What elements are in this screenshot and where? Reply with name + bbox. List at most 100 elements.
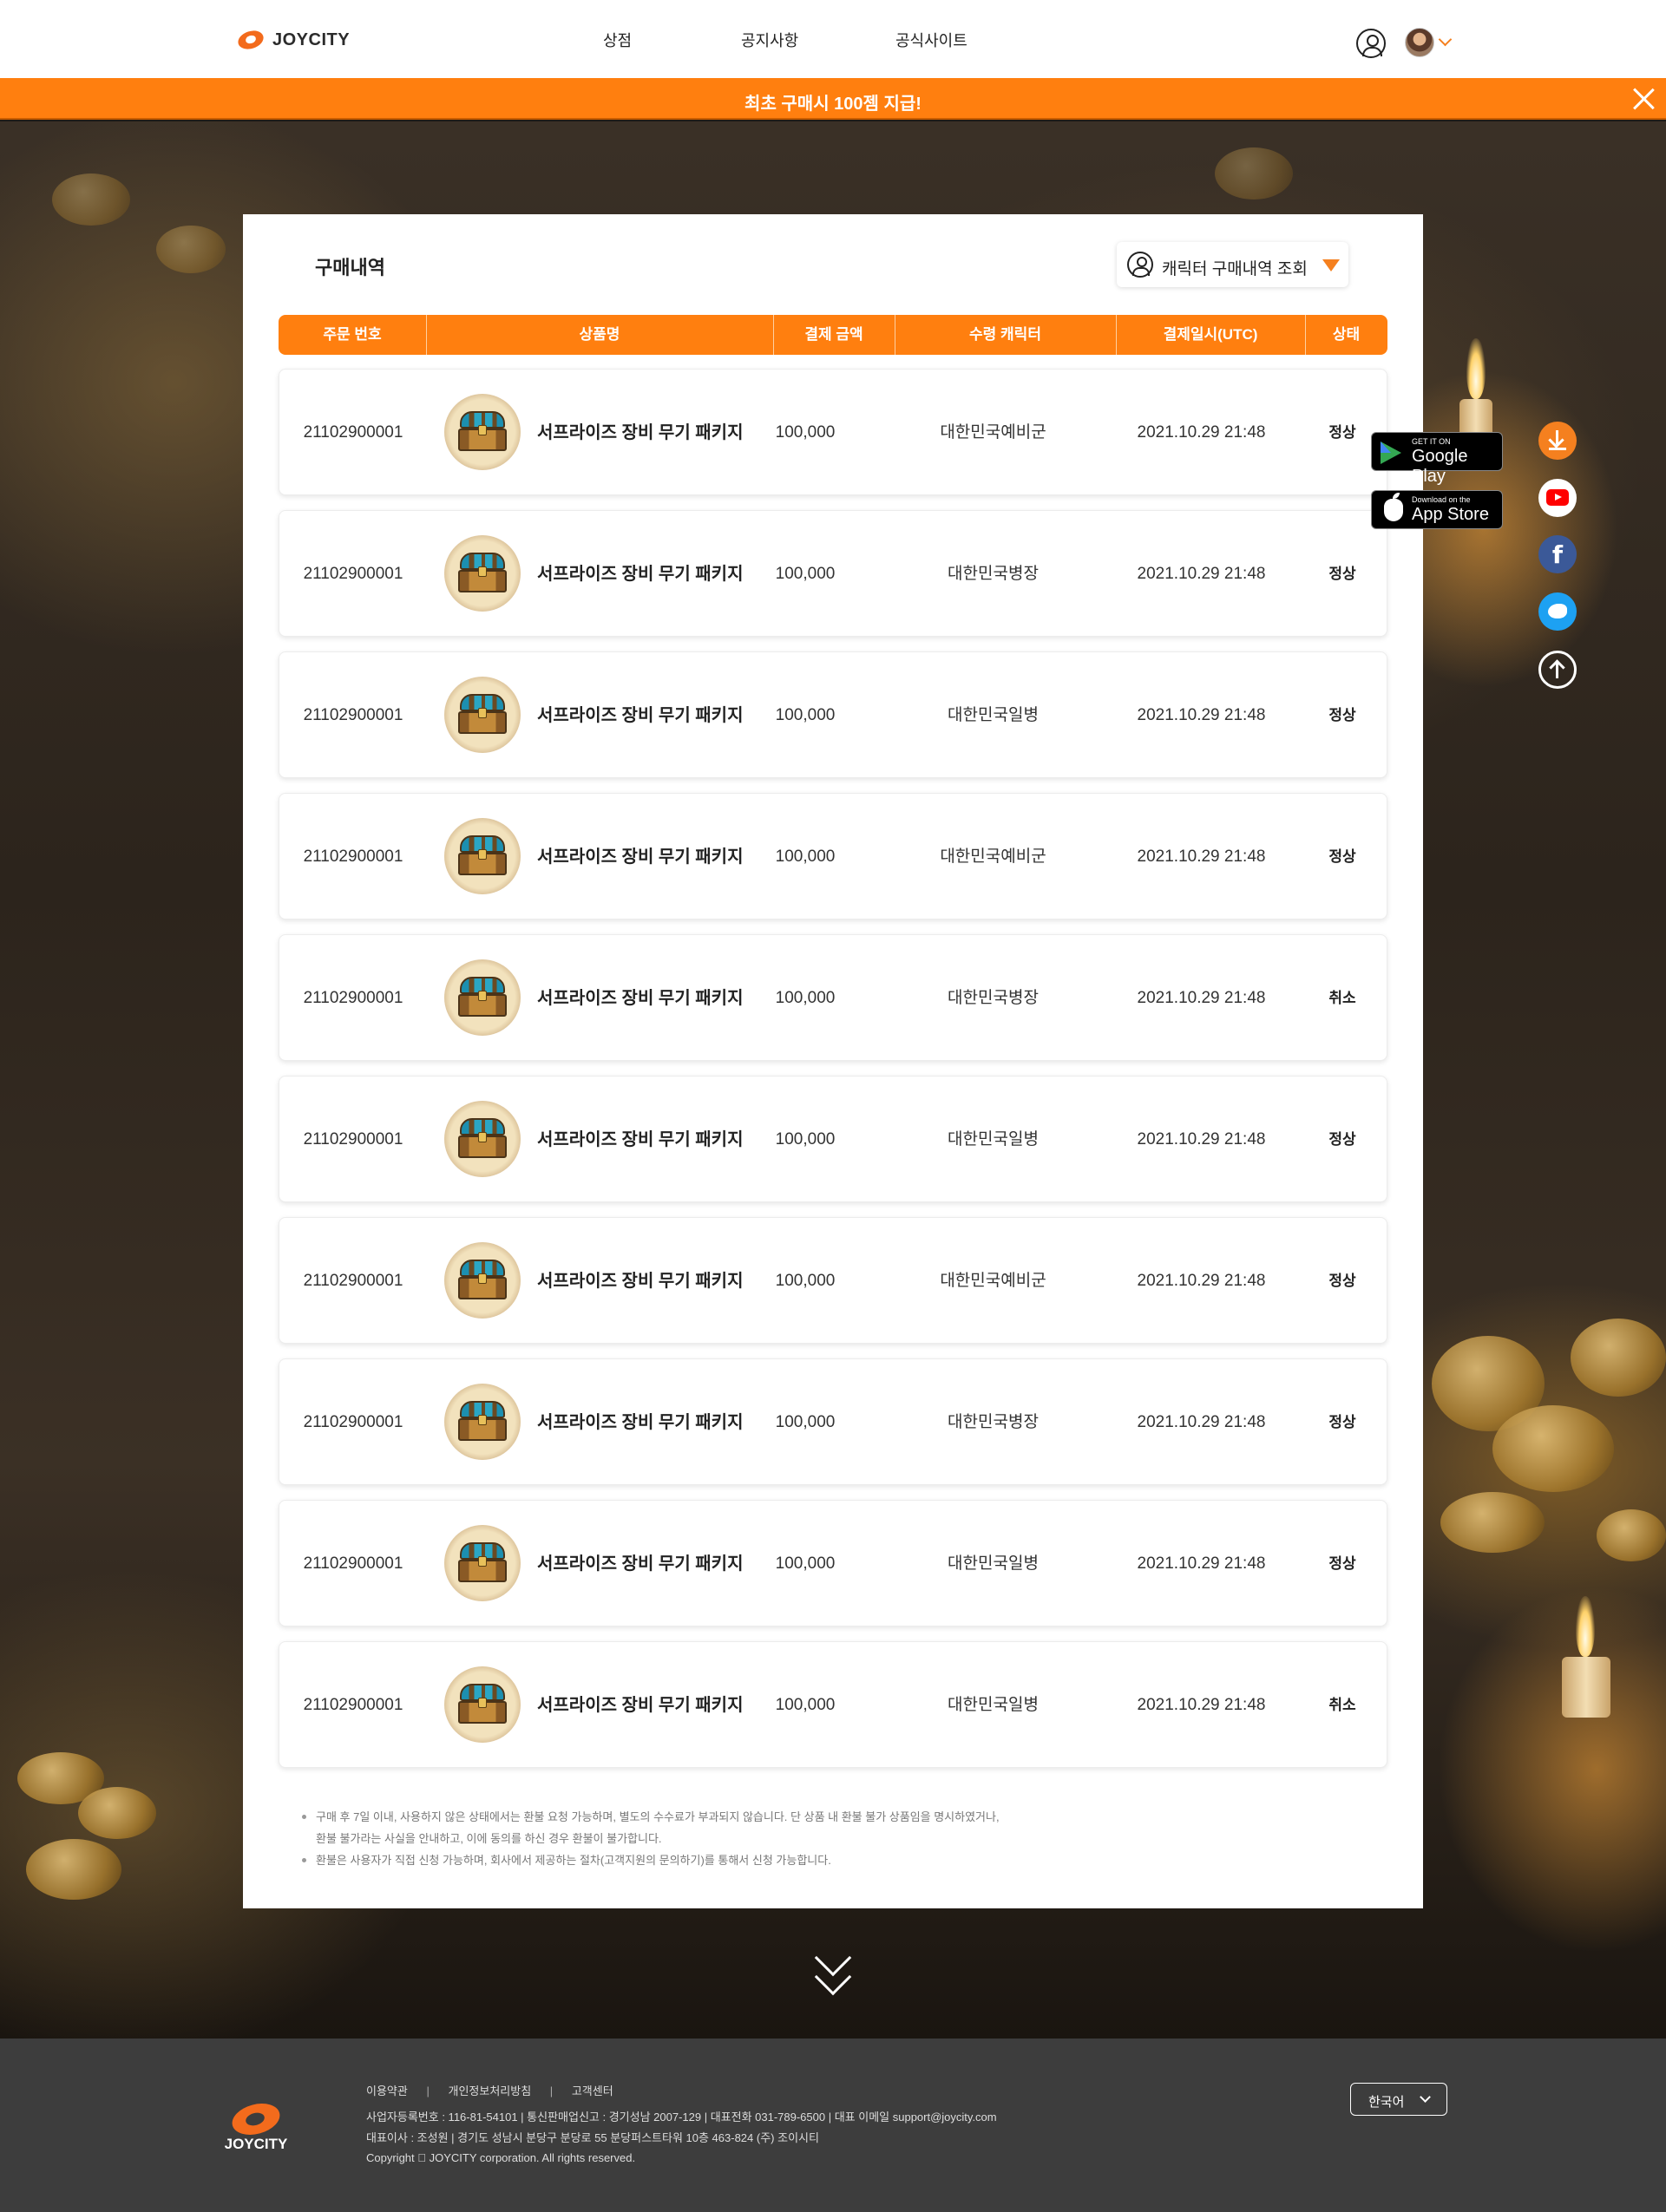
status-badge: 정상 <box>1328 1131 1356 1148</box>
privacy-link[interactable]: 개인정보처리방침 <box>448 2084 531 2097</box>
refund-note: 구매 후 7일 이내, 사용하지 않은 상태에서는 환불 요청 가능하며, 별도… <box>302 1806 1000 1828</box>
support-link[interactable]: 고객센터 <box>572 2084 613 2097</box>
treasure-chest-icon <box>444 394 521 470</box>
order-number: 21102900001 <box>303 565 403 583</box>
scroll-top-icon[interactable] <box>1538 651 1577 689</box>
column-header-order: 주문 번호 <box>323 326 382 343</box>
payment-date: 2021.10.29 21:48 <box>1137 706 1266 724</box>
product-name: 서프라이즈 장비 무기 패키지 <box>537 1272 744 1291</box>
product-name: 서프라이즈 장비 무기 패키지 <box>537 1554 744 1574</box>
table-header: 주문 번호 상품명 결제 금액 수령 캐릭터 결제일시(UTC) 상태 <box>279 315 1387 355</box>
avatar[interactable] <box>1405 28 1434 57</box>
payment-amount: 100,000 <box>775 1272 836 1290</box>
receiving-character: 대한민국예비군 <box>940 1272 1046 1290</box>
table-row[interactable]: 21102900001 서프라이즈 장비 무기 패키지 100,000 대한민국… <box>279 793 1387 919</box>
treasure-chest-icon <box>444 1101 521 1177</box>
table-row[interactable]: 21102900001 서프라이즈 장비 무기 패키지 100,000 대한민국… <box>279 1217 1387 1344</box>
youtube-icon[interactable] <box>1538 479 1577 517</box>
table-row[interactable]: 21102900001 서프라이즈 장비 무기 패키지 100,000 대한민국… <box>279 1358 1387 1485</box>
table-row[interactable]: 21102900001 서프라이즈 장비 무기 패키지 100,000 대한민국… <box>279 934 1387 1061</box>
receiving-character: 대한민국일병 <box>948 1130 1039 1149</box>
status-badge: 정상 <box>1328 1273 1356 1289</box>
order-number: 21102900001 <box>303 1554 403 1573</box>
nav-official-site[interactable]: 공식사이트 <box>895 29 967 51</box>
copyright: Copyright ⃝ JOYCITY corporation. All rig… <box>366 2151 636 2164</box>
product-name: 서프라이즈 장비 무기 패키지 <box>537 1413 744 1432</box>
twitter-icon[interactable] <box>1538 592 1577 631</box>
order-number: 21102900001 <box>303 1696 403 1714</box>
app-store-small-text: Download on the <box>1412 495 1471 504</box>
column-header-product: 상품명 <box>579 326 620 343</box>
language-label: 한국어 <box>1368 2095 1405 2110</box>
promo-banner-text: 최초 구매시 100젬 지급! <box>744 95 922 114</box>
refund-notes: 구매 후 7일 이내, 사용하지 않은 상태에서는 환불 요청 가능하며, 별도… <box>302 1806 1000 1871</box>
payment-date: 2021.10.29 21:48 <box>1137 565 1266 583</box>
order-number: 21102900001 <box>303 989 403 1007</box>
table-row[interactable]: 21102900001 서프라이즈 장비 무기 패키지 100,000 대한민국… <box>279 1500 1387 1626</box>
status-badge: 취소 <box>1328 1697 1356 1713</box>
chevron-down-icon <box>1420 2091 1431 2103</box>
payment-date: 2021.10.29 21:48 <box>1137 1272 1266 1290</box>
payment-date: 2021.10.29 21:48 <box>1137 1413 1266 1431</box>
purchase-history-card: 구매내역 캐릭터 구매내역 조회 주문 번호 상품명 결제 금액 수령 캐릭터 … <box>243 214 1423 1908</box>
joycity-logo-icon <box>235 27 269 53</box>
receiving-character: 대한민국일병 <box>948 1696 1039 1714</box>
table-row[interactable]: 21102900001 서프라이즈 장비 무기 패키지 100,000 대한민국… <box>279 651 1387 778</box>
payment-date: 2021.10.29 21:48 <box>1137 1554 1266 1573</box>
logo-text: JOYCITY <box>272 29 351 49</box>
footer-logo[interactable]: JOYCITY <box>220 2098 292 2153</box>
payment-amount: 100,000 <box>775 1554 836 1573</box>
google-play-icon <box>1381 442 1401 464</box>
order-number: 21102900001 <box>303 1272 403 1290</box>
receiving-character: 대한민국병장 <box>948 565 1039 583</box>
column-header-character: 수령 캐릭터 <box>969 326 1041 343</box>
character-history-label: 캐릭터 구매내역 조회 <box>1162 260 1308 278</box>
site-header: JOYCITY 상점 공지사항 공식사이트 <box>0 0 1666 78</box>
close-icon[interactable] <box>1631 87 1656 111</box>
order-number: 21102900001 <box>303 1413 403 1431</box>
treasure-chest-icon <box>444 1242 521 1319</box>
footer-logo-text: JOYCITY <box>224 2136 288 2152</box>
joycity-logo-icon <box>228 2098 284 2140</box>
user-icon[interactable] <box>1356 29 1386 58</box>
column-header-status: 상태 <box>1332 326 1361 343</box>
table-row[interactable]: 21102900001 서프라이즈 장비 무기 패키지 100,000 대한민국… <box>279 1641 1387 1768</box>
product-name: 서프라이즈 장비 무기 패키지 <box>537 1130 744 1149</box>
table-row[interactable]: 21102900001 서프라이즈 장비 무기 패키지 100,000 대한민국… <box>279 510 1387 637</box>
receiving-character: 대한민국예비군 <box>940 847 1046 866</box>
scroll-down-icon[interactable] <box>813 1939 853 1996</box>
product-name: 서프라이즈 장비 무기 패키지 <box>537 423 744 442</box>
receiving-character: 대한민국일병 <box>948 1554 1039 1573</box>
column-header-amount: 결제 금액 <box>804 326 863 343</box>
facebook-icon[interactable]: f <box>1538 535 1577 573</box>
promo-banner: 최초 구매시 100젬 지급! <box>0 78 1666 120</box>
receiving-character: 대한민국병장 <box>948 989 1039 1007</box>
chevron-down-icon[interactable] <box>1438 32 1453 47</box>
table-row[interactable]: 21102900001 서프라이즈 장비 무기 패키지 100,000 대한민국… <box>279 1076 1387 1202</box>
status-badge: 정상 <box>1328 1414 1356 1430</box>
status-badge: 취소 <box>1328 990 1356 1006</box>
download-icon[interactable] <box>1538 422 1577 460</box>
table-row[interactable]: 21102900001 서프라이즈 장비 무기 패키지 100,000 대한민국… <box>279 369 1387 495</box>
terms-link[interactable]: 이용약관 <box>366 2084 408 2097</box>
character-history-button[interactable]: 캐릭터 구매내역 조회 <box>1117 242 1348 287</box>
product-name: 서프라이즈 장비 무기 패키지 <box>537 847 744 867</box>
language-select[interactable]: 한국어 <box>1350 2083 1447 2116</box>
receiving-character: 대한민국일병 <box>948 706 1039 724</box>
payment-amount: 100,000 <box>775 847 836 866</box>
treasure-chest-icon <box>444 1525 521 1601</box>
joycity-logo[interactable]: JOYCITY <box>235 27 351 53</box>
caret-down-icon <box>1322 259 1340 272</box>
nav-shop[interactable]: 상점 <box>603 29 632 51</box>
product-name: 서프라이즈 장비 무기 패키지 <box>537 989 744 1008</box>
google-play-badge[interactable]: GET IT ON Google Play <box>1371 432 1503 486</box>
payment-date: 2021.10.29 21:48 <box>1137 423 1266 442</box>
treasure-chest-icon <box>444 959 521 1036</box>
treasure-chest-icon <box>444 818 521 894</box>
product-name: 서프라이즈 장비 무기 패키지 <box>537 565 744 584</box>
order-number: 21102900001 <box>303 1130 403 1149</box>
nav-notice[interactable]: 공지사항 <box>741 29 798 51</box>
payment-amount: 100,000 <box>775 1413 836 1431</box>
payment-amount: 100,000 <box>775 989 836 1007</box>
app-store-badge[interactable]: Download on the App Store <box>1371 490 1503 529</box>
